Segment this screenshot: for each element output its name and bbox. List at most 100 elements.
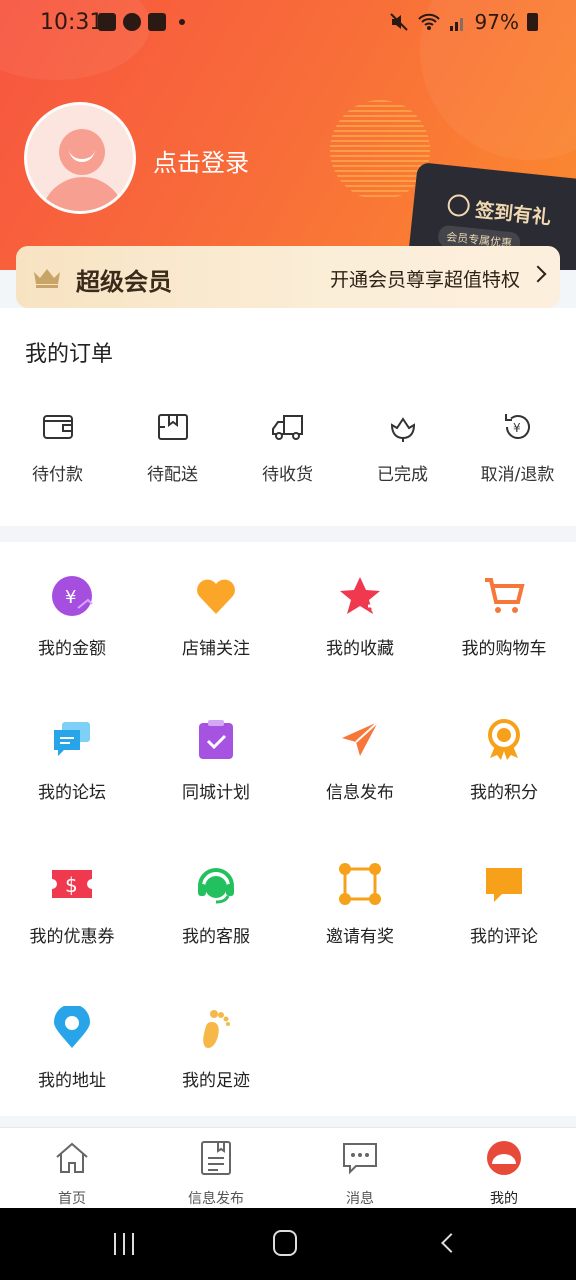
grid-item-forum[interactable]: 我的论坛 bbox=[0, 718, 144, 803]
grid-label: 我的论坛 bbox=[38, 783, 106, 803]
tab-profile[interactable]: 我的 bbox=[432, 1140, 576, 1208]
grid-item-footprints[interactable]: 我的足迹 bbox=[144, 1006, 288, 1091]
tab-home[interactable]: 首页 bbox=[0, 1140, 144, 1208]
orders-section: 我的订单 待付款 待配送 待收货 已完成 ¥ 取消/退款 bbox=[0, 308, 576, 526]
grid-item-customer-service[interactable]: 我的客服 bbox=[144, 862, 288, 947]
battery-icon bbox=[527, 13, 538, 31]
grid-item-balance[interactable]: ¥ 我的金额 bbox=[0, 574, 144, 659]
grid-item-coupons[interactable]: $ 我的优惠券 bbox=[0, 862, 144, 947]
message-icon bbox=[343, 1143, 377, 1175]
battery-percent: 97% bbox=[474, 10, 519, 34]
package-icon bbox=[157, 414, 188, 440]
mute-icon bbox=[389, 13, 408, 31]
grid-item-shop-follow[interactable]: 店铺关注 bbox=[144, 574, 288, 659]
order-label: 待付款 bbox=[32, 465, 83, 485]
vip-banner[interactable]: 超级会员 开通会员尊享超值特权 bbox=[16, 246, 560, 308]
gallery-icon bbox=[98, 13, 116, 31]
badge-icon bbox=[488, 719, 520, 760]
refund-icon: ¥ bbox=[504, 414, 530, 439]
document-icon bbox=[201, 1141, 231, 1175]
svg-text:$: $ bbox=[65, 873, 78, 897]
footprint-icon bbox=[203, 1010, 230, 1048]
grid-label: 店铺关注 bbox=[182, 639, 250, 659]
headset-icon bbox=[198, 868, 234, 904]
heart-icon bbox=[197, 579, 235, 614]
order-label: 待收货 bbox=[262, 465, 313, 485]
home-icon bbox=[56, 1142, 88, 1173]
comment-icon bbox=[486, 868, 522, 902]
order-completed[interactable]: 已完成 bbox=[345, 410, 460, 485]
grid-label: 我的评论 bbox=[470, 927, 538, 947]
grid-item-comments[interactable]: 我的评论 bbox=[432, 862, 576, 947]
recent-apps-button[interactable] bbox=[112, 1233, 136, 1255]
tab-messages[interactable]: 消息 bbox=[288, 1140, 432, 1208]
app-notification-icon bbox=[123, 13, 141, 31]
chat-icon bbox=[54, 722, 90, 756]
profile-header: 10:31 97% 点击登录 签到有礼 会员专属优惠 bbox=[0, 0, 576, 270]
home-button[interactable] bbox=[273, 1230, 297, 1256]
location-icon bbox=[54, 1004, 90, 1048]
order-pending-delivery[interactable]: 待配送 bbox=[115, 410, 230, 485]
profile-icon bbox=[487, 1141, 521, 1175]
wifi-icon bbox=[417, 13, 440, 30]
wallet-icon bbox=[42, 415, 73, 439]
tab-label: 信息发布 bbox=[188, 1191, 244, 1207]
tab-post-info[interactable]: 信息发布 bbox=[144, 1140, 288, 1208]
order-refund[interactable]: ¥ 取消/退款 bbox=[460, 410, 575, 485]
signal-icon bbox=[449, 18, 463, 31]
grid-item-favorites[interactable]: 我的收藏 bbox=[288, 574, 432, 659]
grid-label: 信息发布 bbox=[326, 783, 394, 803]
login-link[interactable]: 点击登录 bbox=[153, 143, 249, 178]
grid-item-post-info[interactable]: 信息发布 bbox=[288, 718, 432, 803]
orders-title: 我的订单 bbox=[25, 342, 114, 367]
grid-label: 我的购物车 bbox=[461, 639, 547, 659]
cart-icon bbox=[485, 578, 525, 613]
signin-title: 签到有礼 bbox=[474, 199, 553, 230]
status-bar: 10:31 97% bbox=[0, 0, 576, 48]
grid-item-city-plan[interactable]: 同城计划 bbox=[144, 718, 288, 803]
crown-icon bbox=[34, 269, 60, 288]
grid-label: 我的金额 bbox=[38, 639, 106, 659]
grid-item-address[interactable]: 我的地址 bbox=[0, 1004, 144, 1091]
tab-label: 首页 bbox=[58, 1191, 86, 1207]
grid-label: 我的收藏 bbox=[326, 639, 394, 659]
checkbox-icon bbox=[148, 13, 166, 31]
chevron-right-icon bbox=[529, 265, 547, 283]
back-button[interactable] bbox=[441, 1233, 461, 1253]
grid-label: 邀请有奖 bbox=[326, 927, 394, 947]
clipboard-icon bbox=[199, 720, 233, 759]
order-label: 待配送 bbox=[147, 465, 198, 485]
grid-item-invite[interactable]: 邀请有奖 bbox=[288, 862, 432, 947]
grid-label: 我的客服 bbox=[182, 927, 250, 947]
system-nav-bar bbox=[0, 1208, 576, 1280]
gift-icon bbox=[446, 193, 471, 218]
grid-item-points[interactable]: 我的积分 bbox=[432, 718, 576, 803]
network-icon bbox=[339, 863, 381, 905]
grid-item-cart[interactable]: 我的购物车 bbox=[432, 574, 576, 659]
grid-label: 我的地址 bbox=[38, 1071, 106, 1091]
grid-label: 我的优惠券 bbox=[29, 927, 115, 947]
avatar[interactable] bbox=[24, 102, 136, 214]
services-grid: ¥ 我的金额 店铺关注 我的收藏 我的购物车 我的论坛 同城计划 信息发布 我的… bbox=[0, 542, 576, 1116]
order-label: 取消/退款 bbox=[480, 465, 555, 485]
tab-label: 我的 bbox=[490, 1191, 518, 1207]
svg-text:¥: ¥ bbox=[513, 421, 521, 435]
status-time: 10:31 bbox=[40, 10, 104, 35]
tab-label: 消息 bbox=[346, 1191, 374, 1207]
vip-description: 开通会员尊享超值特权 bbox=[329, 269, 520, 291]
grid-label: 同城计划 bbox=[182, 783, 250, 803]
order-pending-receipt[interactable]: 待收货 bbox=[230, 410, 345, 485]
order-label: 已完成 bbox=[377, 465, 428, 485]
coupon-icon: $ bbox=[52, 870, 92, 898]
truck-icon bbox=[271, 415, 303, 440]
svg-text:¥: ¥ bbox=[65, 587, 76, 608]
money-icon: ¥ bbox=[52, 576, 93, 616]
vip-title: 超级会员 bbox=[76, 268, 172, 296]
more-notifications-icon bbox=[179, 19, 185, 25]
star-icon bbox=[340, 577, 380, 614]
grid-label: 我的足迹 bbox=[182, 1071, 250, 1091]
flower-icon bbox=[390, 417, 415, 442]
order-pending-payment[interactable]: 待付款 bbox=[0, 410, 115, 485]
bottom-tab-bar: 首页 信息发布 消息 我的 bbox=[0, 1127, 576, 1208]
send-icon bbox=[342, 721, 379, 756]
